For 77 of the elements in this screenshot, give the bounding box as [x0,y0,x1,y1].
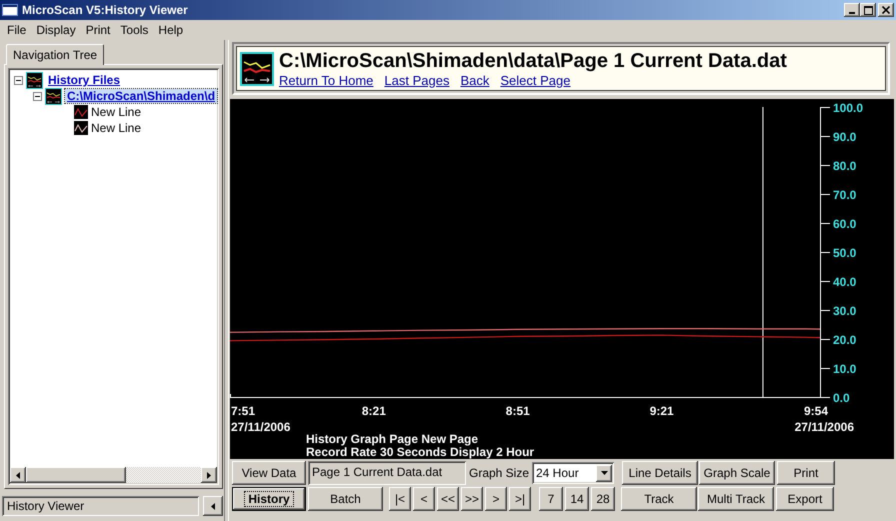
graph-icon [240,52,274,86]
axis-label: 50.0 [833,246,856,260]
toolbar-button[interactable]: Line Details [622,461,698,485]
toolbar-button[interactable]: Batch [308,487,383,511]
graph-caption: History Graph Page New Page [306,432,478,446]
toolbar-button[interactable]: < [413,487,435,511]
file-name-field[interactable]: Page 1 Current Data.dat [308,461,466,485]
tree-item[interactable]: History Files [46,73,122,87]
toolbar-button[interactable]: Export [776,487,834,511]
date-label: 27/11/2006 [231,420,290,434]
axis-label: 90.0 [833,130,856,144]
graph-icon [26,72,43,88]
tree-item[interactable]: New Line [91,121,142,135]
close-icon [882,6,890,14]
date-label: 27/11/2006 [794,420,854,434]
right-arrow-icon [207,472,211,478]
graph-caption: Record Rate 30 Seconds Display 2 Hour [306,445,534,459]
toolbar-button[interactable]: > [485,487,507,511]
menu-item[interactable]: Help [153,23,188,37]
axis-label: 70.0 [833,188,856,202]
close-button[interactable] [878,3,894,17]
nav-link[interactable]: Back [460,73,490,88]
menu-item[interactable]: Display [31,23,81,37]
toolbar-button[interactable]: Multi Track [698,487,774,511]
toolbar-button[interactable]: View Data [232,461,306,485]
toolbar-button[interactable]: Track [621,487,697,511]
horizontal-scrollbar[interactable] [10,467,217,483]
field-label: Graph Size [468,465,530,482]
caret-icon [600,471,608,475]
nav-link[interactable]: Select Page [500,73,570,88]
collapse-icon[interactable] [33,92,42,100]
toolbar-button[interactable]: |< [389,487,411,511]
toolbar-button[interactable]: 28 [591,487,615,511]
menu-item[interactable]: File [2,23,32,37]
maximize-button[interactable] [860,3,876,17]
axis-label: 30.0 [833,304,856,318]
tree-item[interactable]: New Line [91,105,142,119]
graph-size-dropdown[interactable]: 24 Hour [532,462,614,484]
toolbar-button[interactable]: << [437,487,459,511]
time-label: 9:54 [804,404,828,418]
menu-item[interactable]: Tools [115,23,154,37]
tree-item[interactable]: C:\MicroScan\Shimaden\d [65,89,218,103]
collapse-button[interactable] [203,496,223,516]
time-label: 8:21 [362,404,386,418]
line-icon [74,105,88,119]
page-title: C:\MicroScan\Shimaden\data\Page 1 Current Data.dat [279,50,787,72]
toolbar-button[interactable]: History [232,487,306,511]
status-text: History Viewer [2,496,199,516]
nav-link[interactable]: Last Pages [384,73,450,88]
toolbar-button[interactable]: 14 [565,487,589,511]
menu-item[interactable]: Print [80,23,116,37]
toolbar-button[interactable]: >> [461,487,483,511]
toolbar-button[interactable]: Print [777,461,835,485]
time-label: 9:21 [650,404,674,418]
left-arrow-icon [211,502,215,510]
nav-link[interactable]: Return To Home [279,73,374,88]
window-icon [2,4,18,16]
axis-label: 20.0 [833,333,856,347]
toolbar-button[interactable]: Graph Scale [699,461,775,485]
window-title: MicroScan V5:History Viewer [22,3,189,17]
minimize-button[interactable] [844,3,860,17]
maximize-icon [864,6,872,14]
toolbar-button[interactable]: 7 [539,487,563,511]
axis-label: 60.0 [833,217,856,231]
left-arrow-icon [16,472,20,478]
graph-icon [45,88,62,104]
axis-label: 80.0 [833,159,856,173]
time-label: 7:51 [231,404,256,418]
axis-label: 10.0 [833,362,856,376]
collapse-icon[interactable] [14,76,23,84]
navigation-tab[interactable]: Navigation Tree [6,44,104,65]
time-label: 8:51 [506,404,530,418]
axis-label: 40.0 [833,275,856,289]
axis-label: 100.0 [833,101,864,115]
toolbar-button[interactable]: >| [509,487,531,511]
axis-label: 0.0 [833,391,850,405]
line-icon [74,121,88,135]
